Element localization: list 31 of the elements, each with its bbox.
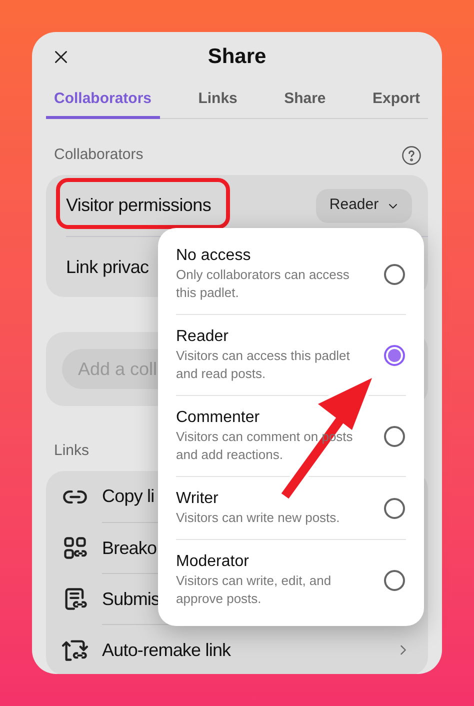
- tab[interactable]: Share: [276, 82, 334, 119]
- radio-button[interactable]: [384, 570, 405, 590]
- permission-dropdown[interactable]: Reader: [316, 188, 412, 222]
- close-icon: [52, 48, 70, 66]
- setting-label: Link privac: [66, 256, 149, 279]
- setting-label: Visitor permissions: [66, 194, 212, 217]
- help-icon: [401, 144, 422, 166]
- link-option[interactable]: Auto-remake link: [102, 636, 231, 664]
- option-title[interactable]: Moderator: [176, 552, 366, 572]
- option-description: Visitors can access this padlet and read posts.: [176, 347, 351, 383]
- section-label: Links: [54, 441, 90, 460]
- radio-button[interactable]: [384, 264, 405, 284]
- option-title[interactable]: No access: [176, 246, 366, 266]
- option-description: Visitors can write new posts.: [176, 509, 341, 527]
- option-title[interactable]: Writer: [176, 489, 366, 509]
- radio-button[interactable]: [384, 426, 405, 446]
- grid-icon: [62, 534, 88, 560]
- tab[interactable]: Links: [190, 82, 246, 119]
- radio-button[interactable]: [384, 344, 405, 366]
- option-description: Visitors can write, edit, and approve posts.: [176, 572, 332, 608]
- radio-button[interactable]: [384, 498, 405, 518]
- link-option[interactable]: Breako: [102, 534, 157, 562]
- link-option[interactable]: Copy li: [102, 483, 154, 510]
- option-title[interactable]: Reader: [176, 327, 366, 347]
- link-option[interactable]: Submis: [102, 586, 160, 612]
- option-title[interactable]: Commenter: [176, 408, 366, 428]
- tab[interactable]: Collaborators: [46, 82, 160, 119]
- tab[interactable]: Export: [364, 82, 428, 119]
- dialog-title: Share: [208, 44, 266, 70]
- option-description: Only collaborators can access this padlet.: [176, 266, 350, 302]
- section-label: Collaborators: [54, 144, 144, 165]
